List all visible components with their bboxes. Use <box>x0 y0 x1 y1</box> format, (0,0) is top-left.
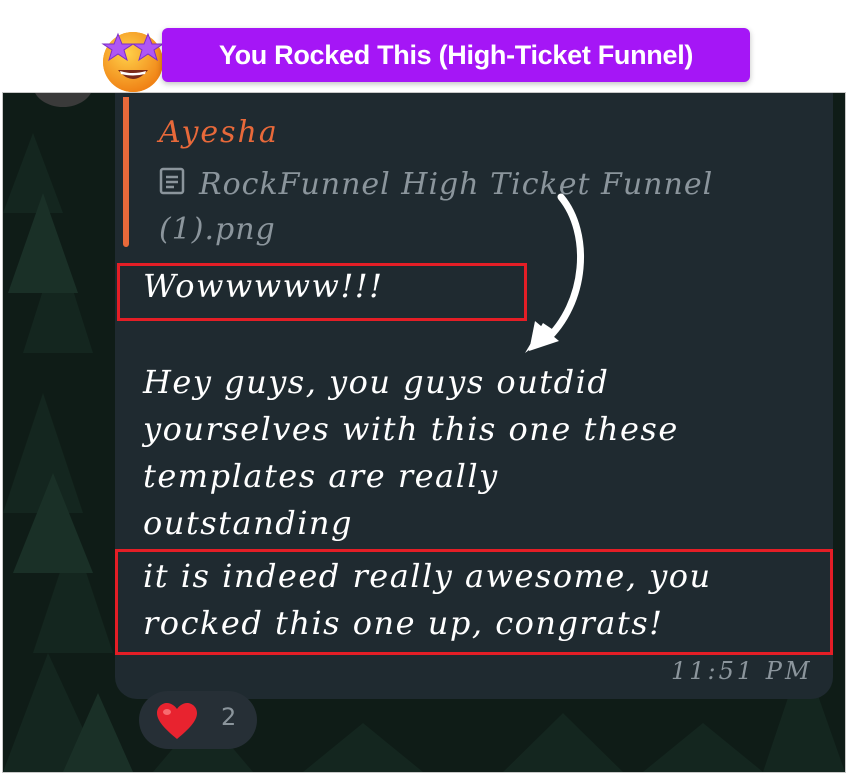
star-struck-emoji-icon <box>96 22 170 96</box>
reply-file-name: RockFunnel High Ticket Funnel (1).png <box>159 167 714 247</box>
message-timestamp: 11:51 PM <box>671 657 813 685</box>
badge-title: You Rocked This (High-Ticket Funnel) <box>218 39 694 70</box>
reaction-count: 2 <box>221 703 237 731</box>
reply-quote[interactable]: Ayesha RockFunnel High Ticket Funnel (1)… <box>123 97 723 249</box>
reply-sender: Ayesha <box>159 115 279 150</box>
highlight-box-closing <box>115 549 833 655</box>
highlight-box-wow <box>117 263 527 321</box>
reaction-pill[interactable]: 2 <box>139 691 257 749</box>
pointer-arrow-icon <box>525 193 585 353</box>
heart-icon <box>155 701 199 745</box>
reply-accent-bar <box>123 97 129 247</box>
chat-screenshot: Ayesha RockFunnel High Ticket Funnel (1)… <box>2 92 846 773</box>
title-badge: You Rocked This (High-Ticket Funnel) <box>162 28 750 82</box>
document-icon <box>159 164 185 208</box>
reply-file: RockFunnel High Ticket Funnel (1).png <box>159 163 749 252</box>
message-paragraph: Hey guys, you guys outdid yourselves wit… <box>143 363 679 542</box>
